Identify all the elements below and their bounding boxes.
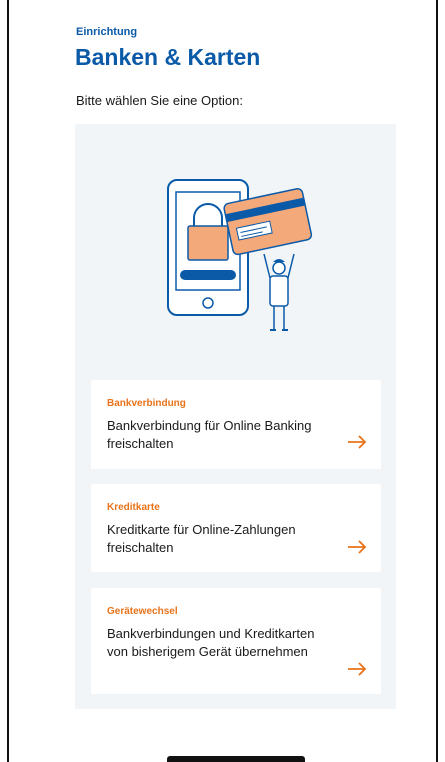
arrow-right-icon	[348, 540, 367, 554]
option-kreditkarte[interactable]: Kreditkarte Kreditkarte für Online-Zahlu…	[91, 484, 381, 572]
phone-lock-card-illustration	[167, 179, 313, 331]
option-prompt: Bitte wählen Sie eine Option:	[76, 93, 243, 108]
option-description: Kreditkarte für Online-Zahlungen freisch…	[107, 522, 296, 555]
option-description: Bankverbindungen und Kreditkarten von bi…	[107, 626, 315, 659]
option-description: Bankverbindung für Online Banking freisc…	[107, 418, 312, 451]
screen: Einrichtung Banken & Karten Bitte wählen…	[7, 0, 438, 762]
section-overline: Einrichtung	[76, 26, 138, 38]
arrow-right-icon	[348, 435, 367, 449]
page-title: Banken & Karten	[75, 44, 261, 70]
option-bankverbindung[interactable]: Bankverbindung Bankverbindung für Online…	[91, 380, 381, 469]
option-kicker: Gerätewechsel	[107, 606, 178, 617]
option-geraetewechsel[interactable]: Gerätewechsel Bankverbindungen und Kredi…	[91, 588, 381, 694]
option-kicker: Bankverbindung	[107, 398, 186, 409]
arrow-right-icon	[348, 662, 367, 676]
option-kicker: Kreditkarte	[107, 502, 160, 513]
options-panel: Bankverbindung Bankverbindung für Online…	[75, 124, 396, 709]
home-indicator[interactable]	[167, 756, 305, 762]
